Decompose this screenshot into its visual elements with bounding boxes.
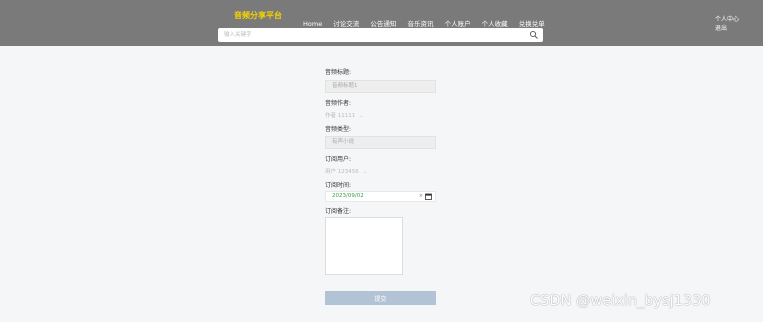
nav-exchange[interactable]: 兑换兑单 — [519, 18, 545, 28]
clear-icon[interactable]: × — [419, 192, 423, 201]
nav-music-news[interactable]: 音乐资讯 — [407, 18, 433, 28]
main-nav: Home 讨论交流 公告通知 音乐资讯 个人账户 个人收藏 兑换兑单 — [303, 11, 551, 28]
top-bar: 音频分享平台 Home 讨论交流 公告通知 音乐资讯 个人账户 个人收藏 兑换兑… — [0, 0, 763, 46]
nav-personal-account[interactable]: 个人账户 — [445, 18, 471, 28]
audio-author-value: 作者 11111 — [325, 113, 356, 119]
order-time-label: 订阅时间: — [325, 182, 352, 189]
audio-type-field: 有声小说 — [325, 136, 436, 149]
search-input[interactable] — [224, 28, 524, 42]
brand-logo[interactable]: 音频分享平台 — [234, 10, 282, 21]
logout-link[interactable]: 退出 — [715, 24, 739, 33]
order-time-value: 2023/09/02 — [332, 193, 364, 199]
remark-label: 订阅备注: — [325, 208, 352, 215]
audio-author-label: 音频作者: — [325, 100, 352, 107]
nav-home[interactable]: Home — [303, 20, 322, 28]
nav-announcements[interactable]: 公告通知 — [370, 18, 396, 28]
audio-title-field: 音频标题1 — [325, 80, 436, 93]
user-menu: 个人中心 退出 — [715, 15, 739, 33]
audio-author-select[interactable]: 作者 11111 ⌄ — [325, 111, 364, 119]
nav-discussion[interactable]: 讨论交流 — [333, 18, 359, 28]
order-user-select[interactable]: 用户 123456 ⌄ — [325, 167, 367, 175]
order-user-label: 订阅用户: — [325, 156, 352, 163]
calendar-icon[interactable] — [425, 193, 432, 200]
audio-title-label: 音频标题: — [325, 69, 352, 76]
chevron-down-icon: ⌄ — [362, 169, 368, 175]
submit-button[interactable]: 提交 — [325, 291, 436, 305]
order-time-input[interactable]: 2023/09/02 × — [325, 191, 436, 202]
audio-type-label: 音频类型: — [325, 126, 352, 133]
search-bar — [218, 28, 543, 42]
user-center-link[interactable]: 个人中心 — [715, 15, 739, 24]
nav-favorites[interactable]: 个人收藏 — [482, 18, 508, 28]
order-user-value: 用户 123456 — [325, 169, 359, 175]
remark-textarea[interactable] — [325, 217, 403, 275]
chevron-down-icon: ⌄ — [359, 113, 364, 119]
search-icon[interactable] — [529, 30, 539, 40]
watermark: CSDN @weixin_bysj1330 — [530, 293, 711, 309]
